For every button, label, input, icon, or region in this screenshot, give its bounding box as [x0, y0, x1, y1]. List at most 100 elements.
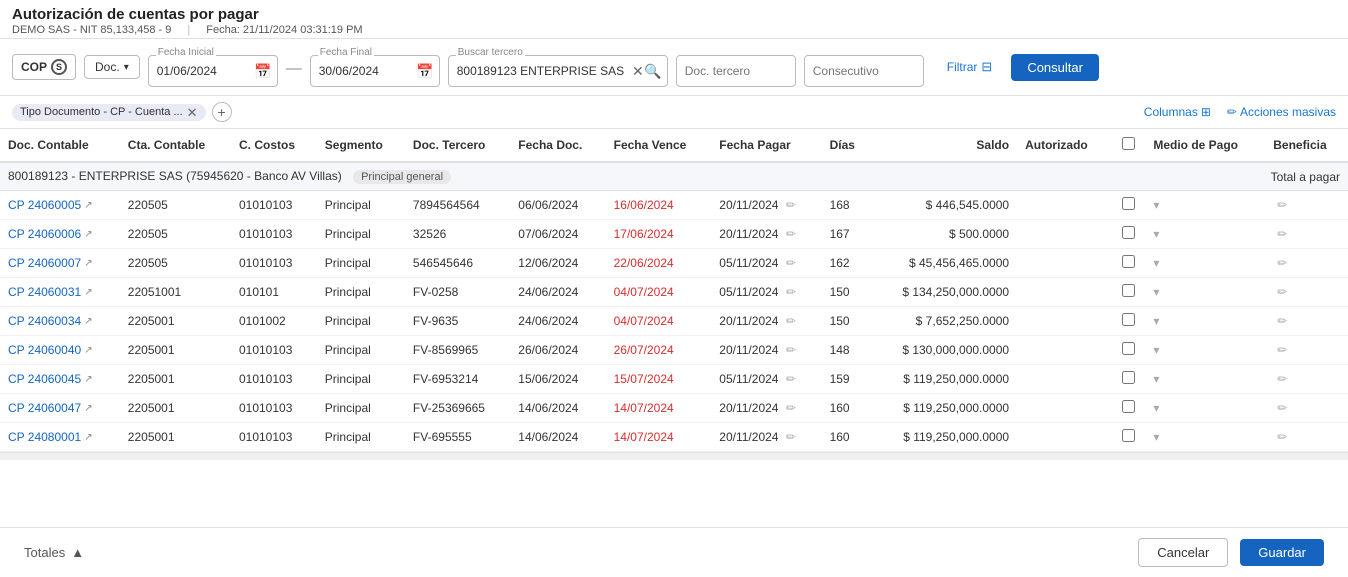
- row-checkbox[interactable]: [1122, 313, 1135, 326]
- row-checkbox[interactable]: [1122, 400, 1135, 413]
- edit-fecha-pagar-icon[interactable]: ✏: [786, 343, 796, 357]
- cell-cta: 220505: [120, 249, 231, 278]
- cell-cta: 22051001: [120, 278, 231, 307]
- doc-link[interactable]: CP 24060007 ↗: [8, 256, 112, 270]
- row-checkbox[interactable]: [1122, 284, 1135, 297]
- doc-link[interactable]: CP 24060005 ↗: [8, 198, 112, 212]
- consecutivo-input[interactable]: [804, 55, 924, 87]
- calendar-icon-end[interactable]: 📅: [416, 63, 433, 80]
- cell-segmento: Principal: [317, 423, 405, 452]
- save-button[interactable]: Guardar: [1240, 539, 1324, 566]
- chip-close-1[interactable]: ✕: [187, 106, 198, 119]
- cell-doc: CP 24060031 ↗: [0, 278, 120, 307]
- edit-beneficia-icon[interactable]: ✏: [1277, 372, 1287, 386]
- edit-beneficia-icon[interactable]: ✏: [1277, 343, 1287, 357]
- edit-fecha-pagar-icon[interactable]: ✏: [786, 227, 796, 241]
- cell-fecha-vence: 26/07/2024: [606, 336, 712, 365]
- doc-link[interactable]: CP 24080001 ↗: [8, 430, 112, 444]
- cell-fecha-vence: 16/06/2024: [606, 191, 712, 220]
- row-checkbox[interactable]: [1122, 255, 1135, 268]
- edit-fecha-pagar-icon[interactable]: ✏: [786, 285, 796, 299]
- medio-pago-dropdown[interactable]: ▾: [1153, 314, 1159, 328]
- row-checkbox[interactable]: [1122, 342, 1135, 355]
- cell-fecha-vence: 14/07/2024: [606, 394, 712, 423]
- doc-link[interactable]: CP 24060031 ↗: [8, 285, 112, 299]
- doc-link[interactable]: CP 24060047 ↗: [8, 401, 112, 415]
- filtrar-button[interactable]: Filtrar ⊟: [936, 53, 1004, 81]
- medio-pago-dropdown[interactable]: ▾: [1153, 343, 1159, 357]
- medio-pago-wrapper: ▾: [1153, 285, 1257, 299]
- cancel-button[interactable]: Cancelar: [1138, 538, 1228, 567]
- cell-beneficia: ✏: [1265, 336, 1348, 365]
- table-row: CP 24060005 ↗ 220505 01010103 Principal …: [0, 191, 1348, 220]
- cell-doc-tercero: FV-9635: [405, 307, 510, 336]
- edit-fecha-pagar-icon[interactable]: ✏: [786, 198, 796, 212]
- columns-button[interactable]: Columnas ⊞: [1144, 105, 1211, 119]
- medio-pago-dropdown[interactable]: ▾: [1153, 430, 1159, 444]
- medio-pago-dropdown[interactable]: ▾: [1153, 227, 1159, 241]
- cell-segmento: Principal: [317, 336, 405, 365]
- col-beneficia: Beneficia: [1265, 129, 1348, 162]
- doc-link[interactable]: CP 24060034 ↗: [8, 314, 112, 328]
- doc-tercero-input[interactable]: [676, 55, 796, 87]
- calendar-icon-start[interactable]: 📅: [254, 63, 271, 80]
- cell-fecha-pagar: 20/11/2024 ✏: [711, 220, 821, 249]
- medio-pago-dropdown[interactable]: ▾: [1153, 401, 1159, 415]
- col-segmento: Segmento: [317, 129, 405, 162]
- cell-doc: CP 24060005 ↗: [0, 191, 120, 220]
- currency-button[interactable]: COP S: [12, 54, 76, 80]
- col-doc-tercero: Doc. Tercero: [405, 129, 510, 162]
- search-icon[interactable]: 🔍: [644, 63, 661, 80]
- chip-add-button[interactable]: +: [212, 102, 232, 122]
- consultar-button[interactable]: Consultar: [1011, 54, 1099, 81]
- medio-pago-dropdown[interactable]: ▾: [1153, 372, 1159, 386]
- edit-beneficia-icon[interactable]: ✏: [1277, 227, 1287, 241]
- cell-beneficia: ✏: [1265, 307, 1348, 336]
- edit-fecha-pagar-icon[interactable]: ✏: [786, 401, 796, 415]
- row-checkbox[interactable]: [1122, 226, 1135, 239]
- edit-beneficia-icon[interactable]: ✏: [1277, 198, 1287, 212]
- cell-doc-tercero: 7894564564: [405, 191, 510, 220]
- cell-autorizado-empty: [1017, 307, 1111, 336]
- cell-costos: 010101: [231, 278, 317, 307]
- edit-beneficia-icon[interactable]: ✏: [1277, 256, 1287, 270]
- group-row: 800189123 - ENTERPRISE SAS (75945620 - B…: [0, 162, 1348, 191]
- cell-costos: 01010103: [231, 394, 317, 423]
- acciones-masivas-button[interactable]: ✏ Acciones masivas: [1227, 105, 1336, 119]
- row-checkbox[interactable]: [1122, 371, 1135, 384]
- cell-costos: 01010103: [231, 191, 317, 220]
- medio-pago-dropdown[interactable]: ▾: [1153, 198, 1159, 212]
- edit-fecha-pagar-icon[interactable]: ✏: [786, 372, 796, 386]
- cell-autorizado-empty: [1017, 336, 1111, 365]
- cell-fecha-pagar: 20/11/2024 ✏: [711, 394, 821, 423]
- edit-fecha-pagar-icon[interactable]: ✏: [786, 256, 796, 270]
- horizontal-scrollbar[interactable]: [0, 452, 1348, 460]
- cell-autorizado-check: [1111, 336, 1146, 365]
- medio-pago-dropdown[interactable]: ▾: [1153, 285, 1159, 299]
- cell-beneficia: ✏: [1265, 394, 1348, 423]
- table-header: Doc. Contable Cta. Contable C. Costos Se…: [0, 129, 1348, 162]
- select-all-checkbox[interactable]: [1122, 137, 1135, 150]
- clear-icon[interactable]: ✕: [632, 63, 644, 80]
- medio-pago-dropdown[interactable]: ▾: [1153, 256, 1159, 270]
- external-link-icon: ↗: [84, 316, 92, 327]
- edit-fecha-pagar-icon[interactable]: ✏: [786, 314, 796, 328]
- row-checkbox[interactable]: [1122, 197, 1135, 210]
- edit-fecha-pagar-icon[interactable]: ✏: [786, 430, 796, 444]
- cell-autorizado-empty: [1017, 365, 1111, 394]
- doc-text: CP 24060045: [8, 372, 81, 386]
- doc-link[interactable]: CP 24060045 ↗: [8, 372, 112, 386]
- row-checkbox[interactable]: [1122, 429, 1135, 442]
- edit-beneficia-icon[interactable]: ✏: [1277, 285, 1287, 299]
- cell-medio-pago: ▾: [1145, 394, 1265, 423]
- doc-button[interactable]: Doc. ▾: [84, 55, 140, 79]
- edit-beneficia-icon[interactable]: ✏: [1277, 430, 1287, 444]
- edit-beneficia-icon[interactable]: ✏: [1277, 401, 1287, 415]
- edit-beneficia-icon[interactable]: ✏: [1277, 314, 1287, 328]
- doc-link[interactable]: CP 24060040 ↗: [8, 343, 112, 357]
- totales-button[interactable]: Totales ▲: [24, 545, 84, 560]
- cell-segmento: Principal: [317, 220, 405, 249]
- buscar-tercero-wrapper: ✕ 🔍: [448, 55, 668, 87]
- table-row: CP 24060045 ↗ 2205001 01010103 Principal…: [0, 365, 1348, 394]
- doc-link[interactable]: CP 24060006 ↗: [8, 227, 112, 241]
